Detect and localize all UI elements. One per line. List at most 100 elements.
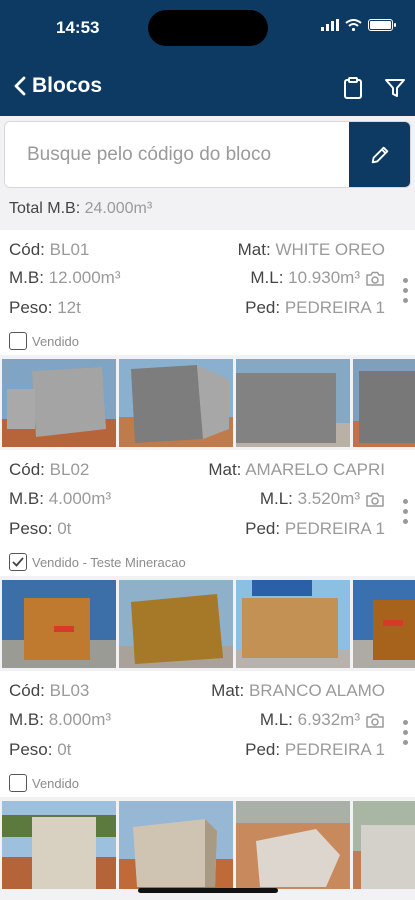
block-photo[interactable]: [236, 359, 350, 447]
total-value: 24.000m³: [84, 200, 153, 217]
photo-strip: [2, 580, 415, 668]
mat-row: Mat: AMARELO CAPRI: [208, 460, 385, 480]
cod-row: Cód: BL02: [9, 460, 89, 480]
mb-label: M.B:: [9, 268, 44, 287]
peso-label: Peso:: [9, 740, 53, 759]
peso-row: Peso: 0t: [9, 740, 71, 760]
app-header: 14:53 Blocos: [0, 0, 415, 116]
mat-value: WHITE OREO: [275, 240, 385, 259]
vendido-label: Vendido: [32, 775, 79, 791]
mb-row: M.B: 12.000m³: [9, 268, 121, 288]
ml-label: M.L:: [259, 489, 293, 508]
block-photo[interactable]: [353, 801, 415, 889]
vendido-label: Vendido: [32, 333, 79, 349]
peso-label: Peso:: [9, 298, 53, 317]
block-card[interactable]: Cód: BL02 Mat: AMARELO CAPRI M.B: 4.000m…: [0, 450, 415, 576]
clipboard-icon[interactable]: [341, 76, 365, 100]
wifi-icon: [345, 19, 362, 31]
ml-value: 6.932m³: [297, 710, 360, 729]
kebab-menu-icon[interactable]: [401, 499, 409, 524]
cod-row: Cód: BL03: [9, 681, 89, 701]
peso-row: Peso: 12t: [9, 298, 81, 318]
ped-label: Ped:: [245, 298, 281, 317]
ml-row: M.L: 10.930m³: [250, 268, 384, 288]
photo-strip: [2, 359, 415, 447]
cod-label: Cód:: [9, 240, 45, 259]
mb-row: M.B: 4.000m³: [9, 489, 111, 509]
checkbox-icon: [9, 332, 27, 350]
cod-row: Cód: BL01: [9, 240, 89, 260]
block-photo[interactable]: [353, 359, 415, 447]
camera-icon[interactable]: [366, 492, 384, 507]
mb-value: 8.000m³: [48, 710, 112, 729]
total-label: Total M.B:: [9, 200, 81, 217]
block-photo[interactable]: [353, 580, 415, 668]
checkmark-icon: [12, 557, 24, 567]
home-indicator: [138, 888, 278, 893]
checkbox-icon: [9, 774, 27, 792]
peso-value: 0t: [57, 740, 72, 759]
ped-value: PEDREIRA 1: [284, 298, 385, 317]
page-title: Blocos: [32, 74, 103, 97]
block-photo[interactable]: [119, 359, 233, 447]
ml-row: M.L: 3.520m³: [260, 489, 384, 509]
camera-icon[interactable]: [366, 271, 384, 286]
ped-label: Ped:: [245, 519, 281, 538]
vendido-checkbox[interactable]: Vendido - Teste Mineracao: [9, 553, 186, 571]
mb-label: M.B:: [9, 710, 44, 729]
filter-icon[interactable]: [383, 76, 407, 100]
mb-value: 12.000m³: [48, 268, 121, 287]
block-photo[interactable]: [2, 801, 116, 889]
camera-icon[interactable]: [366, 713, 384, 728]
cod-label: Cód:: [9, 681, 45, 700]
dynamic-island: [148, 10, 268, 46]
block-card[interactable]: Cód: BL03 Mat: BRANCO ALAMO M.B: 8.000m³…: [0, 671, 415, 797]
checkbox-icon: [9, 553, 27, 571]
pencil-icon: [371, 146, 388, 163]
ped-value: PEDREIRA 1: [284, 740, 385, 759]
photo-strip: [2, 801, 415, 889]
kebab-menu-icon[interactable]: [401, 278, 409, 303]
signal-icon: [321, 19, 339, 31]
block-photo[interactable]: [2, 359, 116, 447]
cod-label: Cód:: [9, 460, 45, 479]
block-photo[interactable]: [2, 580, 116, 668]
back-button[interactable]: Blocos: [14, 74, 102, 98]
block-photo[interactable]: [236, 801, 350, 889]
kebab-menu-icon[interactable]: [401, 720, 409, 745]
search-input[interactable]: [5, 122, 349, 187]
ml-value: 3.520m³: [297, 489, 360, 508]
search-bar: [4, 121, 411, 188]
vendido-checkbox[interactable]: Vendido: [9, 774, 79, 792]
ml-value: 10.930m³: [288, 268, 360, 287]
status-icons: [321, 19, 396, 31]
ped-value: PEDREIRA 1: [284, 519, 385, 538]
ml-row: M.L: 6.932m³: [260, 710, 384, 730]
vendido-label: Vendido - Teste Mineracao: [32, 554, 186, 570]
chevron-left-icon: [14, 76, 26, 96]
mat-label: Mat:: [208, 460, 242, 479]
block-photo[interactable]: [236, 580, 350, 668]
battery-icon: [368, 19, 396, 31]
ml-label: M.L:: [250, 268, 284, 287]
mb-row: M.B: 8.000m³: [9, 710, 111, 730]
peso-value: 12t: [57, 298, 81, 317]
peso-row: Peso: 0t: [9, 519, 71, 539]
mat-label: Mat:: [237, 240, 271, 259]
ped-row: Ped: PEDREIRA 1: [245, 519, 385, 539]
cod-value: BL02: [49, 460, 90, 479]
block-photo[interactable]: [119, 801, 233, 889]
edit-search-button[interactable]: [349, 122, 410, 187]
mat-label: Mat:: [211, 681, 245, 700]
block-photo[interactable]: [119, 580, 233, 668]
ped-row: Ped: PEDREIRA 1: [245, 298, 385, 318]
mat-row: Mat: BRANCO ALAMO: [211, 681, 385, 701]
cod-value: BL03: [49, 681, 90, 700]
vendido-checkbox[interactable]: Vendido: [9, 332, 79, 350]
block-card[interactable]: Cód: BL01 Mat: WHITE OREO M.B: 12.000m³ …: [0, 230, 415, 355]
status-time: 14:53: [56, 18, 100, 37]
peso-value: 0t: [57, 519, 72, 538]
mat-value: AMARELO CAPRI: [245, 460, 385, 479]
mb-value: 4.000m³: [48, 489, 112, 508]
ml-label: M.L:: [259, 710, 293, 729]
